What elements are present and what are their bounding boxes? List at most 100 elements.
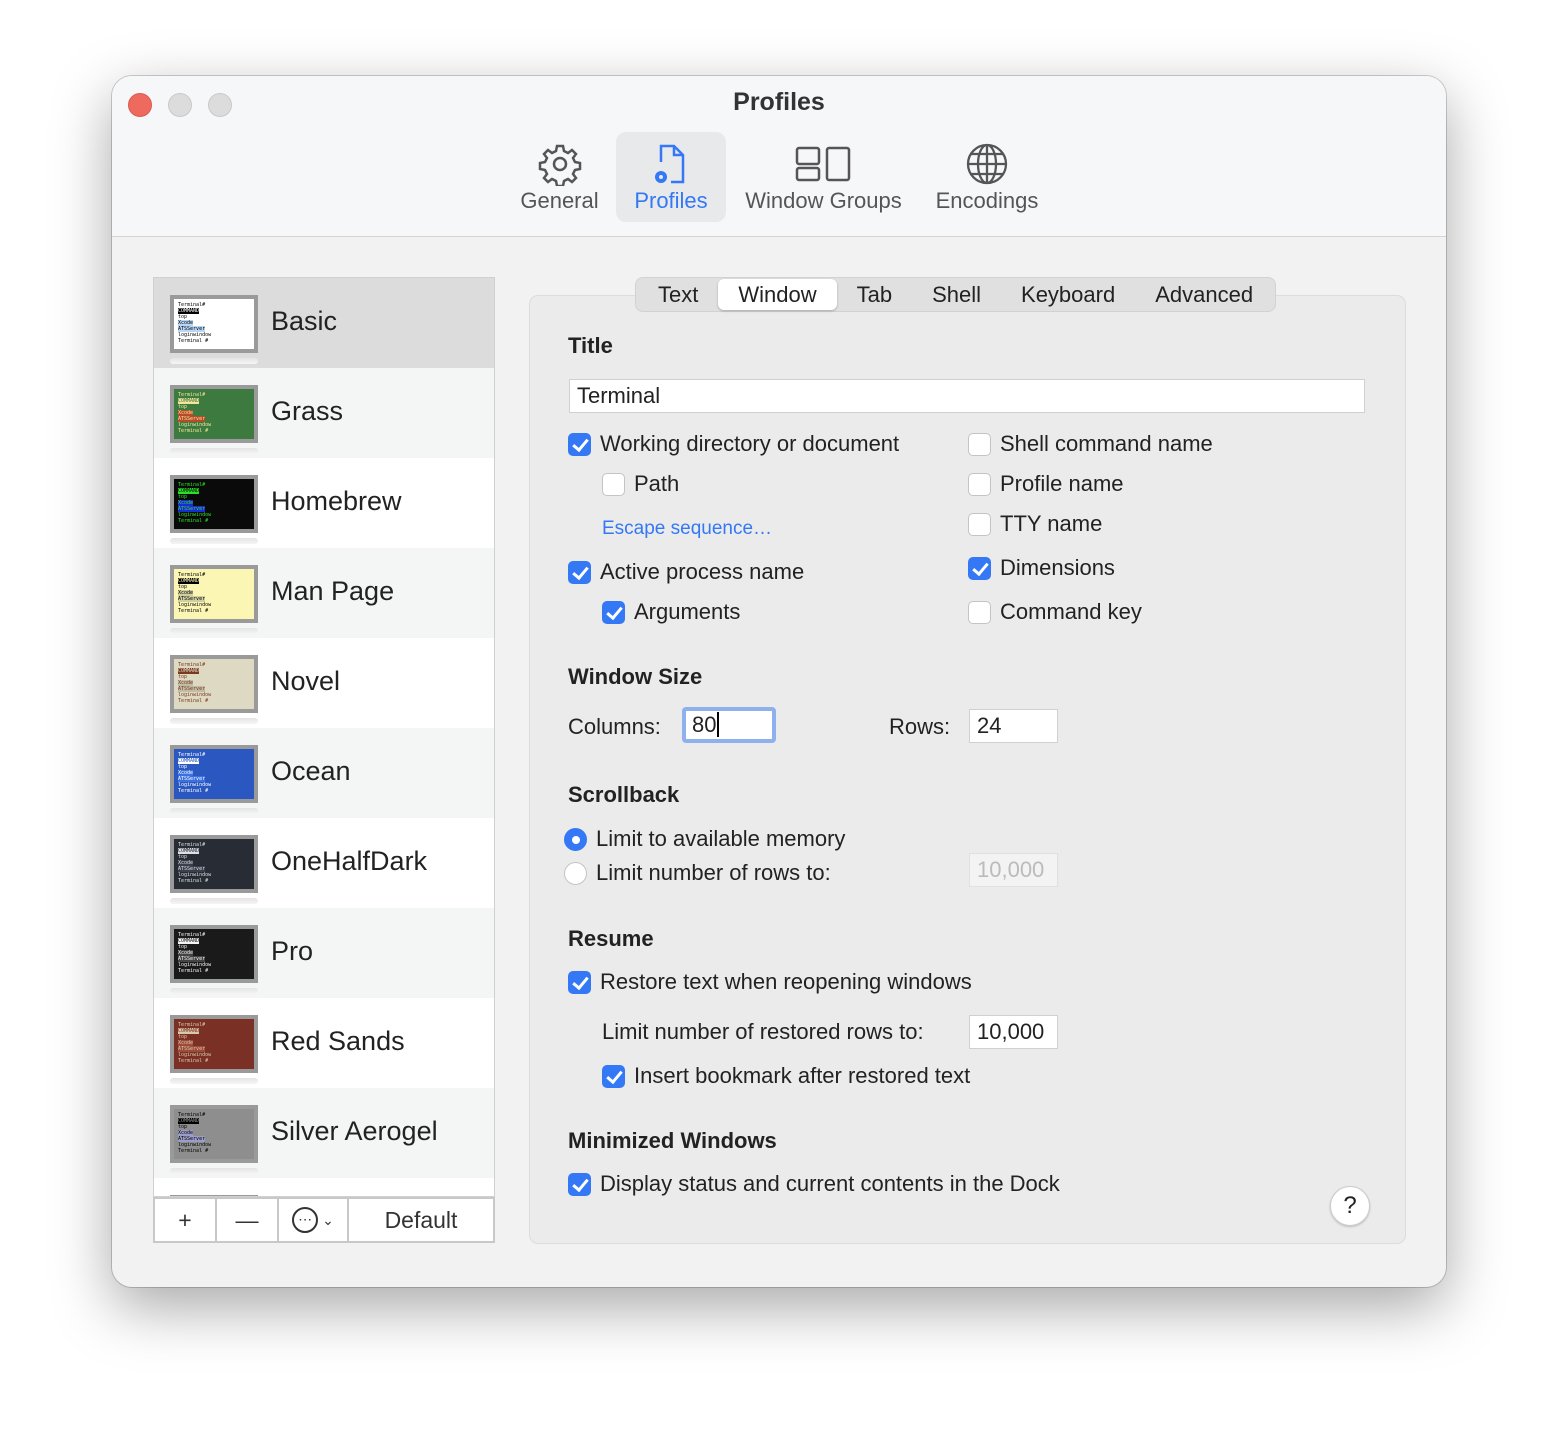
escape-sequence-link[interactable]: Escape sequence… (602, 518, 772, 540)
remove-profile-button[interactable]: — (217, 1199, 279, 1241)
arguments-checkbox[interactable] (602, 601, 625, 624)
working-directory-label: Working directory or document (600, 431, 900, 456)
thumbnail-shadow (170, 358, 258, 364)
profile-list-toolbar: + — ⋯ ⌄ Default (153, 1197, 495, 1243)
shell-command-label: Shell command name (1000, 431, 1213, 456)
path-checkbox[interactable] (602, 473, 625, 496)
active-process-label: Active process name (600, 559, 805, 584)
shell-command-checkbox[interactable] (968, 433, 991, 456)
profile-name: Basic (271, 306, 338, 336)
window-size-heading: Window Size (568, 664, 703, 689)
profile-row[interactable]: Terminal# COMMAND top Xcode ATSServer loginwi… (154, 458, 494, 548)
available-memory-label: Limit to available memory (596, 826, 846, 851)
thumbnail-shadow (170, 718, 258, 724)
profile-preview-thumbnail: Terminal# COMMAND top Xcode ATSServer loginwi… (170, 295, 258, 353)
profile-row[interactable]: Terminal# COMMAND top Xcode ATSServer loginwi… (154, 278, 494, 368)
profile-name: Man Page (271, 576, 395, 606)
profile-name: Silver Aerogel (271, 1116, 438, 1146)
tab-tab[interactable]: Tab (837, 279, 912, 310)
columns-label: Columns: (568, 714, 661, 739)
command-key-checkbox[interactable] (968, 601, 991, 624)
restore-text-checkbox[interactable] (568, 971, 591, 994)
tab-text[interactable]: Text (638, 279, 718, 310)
tty-name-checkbox[interactable] (968, 513, 991, 536)
profile-list[interactable]: Terminal# COMMAND top Xcode ATSServer loginwi… (153, 277, 495, 1197)
title-heading: Title (568, 333, 613, 358)
window-title: Profiles (733, 88, 825, 116)
profile-row[interactable]: Terminal# COMMAND top Xcode ATSServer loginwi… (154, 908, 494, 998)
profile-name: Homebrew (271, 486, 402, 516)
profile-preview-thumbnail: Terminal# COMMAND top Xcode ATSServer loginwi… (170, 925, 258, 983)
thumbnail-shadow (170, 898, 258, 904)
command-key-label: Command key (1000, 599, 1142, 624)
profile-tabs: Text Window Tab Shell Keyboard Advanced (635, 277, 1277, 312)
thumbnail-shadow (170, 1168, 258, 1174)
globe-icon (966, 143, 1008, 185)
toolbar-label: General (520, 188, 599, 213)
thumbnail-shadow (170, 448, 258, 454)
thumbnail-shadow (170, 808, 258, 814)
profile-name: OneHalfDark (271, 846, 428, 876)
toolbar-label: Window Groups (745, 188, 902, 213)
restored-rows-label: Limit number of restored rows to: (602, 1019, 924, 1044)
ellipsis-circle-icon: ⋯ (292, 1207, 319, 1233)
profile-name-checkbox[interactable] (968, 473, 991, 496)
bookmark-checkbox[interactable] (602, 1065, 625, 1088)
dimensions-checkbox[interactable] (968, 557, 991, 580)
profile-row[interactable]: Terminal# COMMAND top Xcode ATSServer loginwi… (154, 728, 494, 818)
default-button[interactable]: Default (349, 1199, 493, 1241)
profile-name-label: Profile name (1000, 471, 1124, 496)
profile-doc-icon (655, 144, 685, 184)
toolbar-window-groups[interactable]: Window Groups (736, 132, 911, 222)
profile-preview-thumbnail: Terminal# COMMAND top Xcode ATSServer loginwi… (170, 745, 258, 803)
profile-name: Grass (271, 396, 344, 426)
tab-shell[interactable]: Shell (912, 279, 1001, 310)
toolbar-encodings[interactable]: Encodings (927, 132, 1047, 222)
toolbar-general[interactable]: General (512, 132, 607, 222)
profile-name: Red Sands (271, 1026, 405, 1056)
working-directory-checkbox[interactable] (568, 433, 591, 456)
profile-preview-thumbnail: Terminal# COMMAND top Xcode ATSServer loginwi… (170, 655, 258, 713)
profile-row[interactable]: Terminal# COMMAND top Xcode ATSServer loginwi… (154, 818, 494, 908)
profile-row[interactable]: Terminal# COMMAND top Xcode ATSServer loginwi… (154, 548, 494, 638)
profile-row-partial[interactable] (154, 1178, 494, 1196)
thumbnail-shadow (170, 628, 258, 634)
tty-name-label: TTY name (1000, 511, 1103, 536)
profile-preview-thumbnail: Terminal# COMMAND top Xcode ATSServer loginwi… (170, 1105, 258, 1163)
title-input[interactable]: Terminal (569, 379, 1365, 413)
profile-row[interactable]: Terminal# COMMAND top Xcode ATSServer loginwi… (154, 998, 494, 1088)
toolbar-profiles[interactable]: Profiles (616, 132, 726, 222)
gear-icon (538, 144, 581, 186)
preferences-window: Profiles General Profiles Window Groups … (112, 76, 1446, 1287)
minimized-heading: Minimized Windows (568, 1128, 777, 1153)
dimensions-label: Dimensions (1000, 555, 1115, 580)
profile-name: Pro (271, 936, 314, 966)
help-button[interactable]: ? (1330, 1186, 1370, 1226)
tab-advanced[interactable]: Advanced (1135, 279, 1273, 310)
profile-row[interactable]: Terminal# COMMAND top Xcode ATSServer loginwi… (154, 638, 494, 728)
columns-input[interactable]: 80 (682, 707, 776, 743)
profile-row[interactable]: Terminal# COMMAND top Xcode ATSServer loginwi… (154, 368, 494, 458)
limit-rows-label: Limit number of rows to: (596, 860, 831, 885)
active-process-checkbox[interactable] (568, 561, 591, 584)
rows-input[interactable]: 24 (969, 709, 1058, 743)
display-status-checkbox[interactable] (568, 1173, 591, 1196)
restored-rows-input[interactable]: 10,000 (969, 1015, 1058, 1049)
limit-rows-input[interactable]: 10,000 (969, 853, 1058, 887)
tab-window[interactable]: Window (718, 279, 837, 310)
arguments-label: Arguments (634, 599, 741, 624)
available-memory-radio[interactable] (564, 828, 587, 851)
thumbnail-shadow (170, 988, 258, 994)
tab-keyboard[interactable]: Keyboard (1001, 279, 1135, 310)
profile-row[interactable]: Terminal# COMMAND top Xcode ATSServer loginwi… (154, 1088, 494, 1178)
text-cursor (717, 712, 720, 737)
toolbar-label: Profiles (634, 188, 708, 213)
profile-preview-thumbnail: Terminal# COMMAND top Xcode ATSServer loginwi… (170, 835, 258, 893)
columns-value: 80 (692, 712, 717, 737)
limit-rows-radio[interactable] (564, 862, 587, 885)
bookmark-label: Insert bookmark after restored text (634, 1063, 971, 1088)
more-actions-button[interactable]: ⋯ ⌄ (279, 1199, 349, 1241)
add-profile-button[interactable]: + (155, 1199, 217, 1241)
rows-label: Rows: (889, 714, 951, 739)
display-status-label: Display status and current contents in t… (600, 1171, 1060, 1196)
